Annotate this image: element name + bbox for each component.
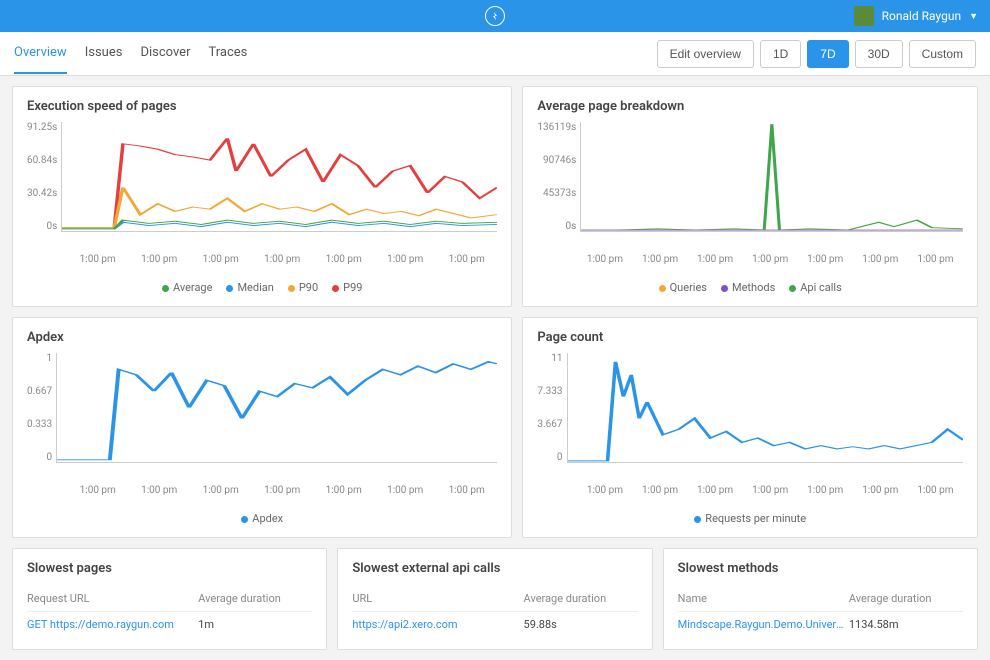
range-30d[interactable]: 30D <box>855 40 903 68</box>
table-row[interactable]: https://api2.xero.com 59.88s <box>352 612 637 637</box>
legend: Apdex <box>27 512 497 525</box>
subnav: Overview Issues Discover Traces Edit ove… <box>0 32 990 76</box>
table-head: URL Average duration <box>352 586 637 612</box>
range-1d[interactable]: 1D <box>760 40 801 68</box>
yaxis: 91.25s 60.84s 30.42s 0s <box>27 122 61 232</box>
user-menu[interactable]: Ronald Raygun ▼ <box>854 0 978 32</box>
card-exec-speed: Execution speed of pages 91.25s 60.84s 3… <box>12 86 512 307</box>
legend: Queries Methods Api calls <box>537 281 963 294</box>
toolbar: Edit overview 1D 7D 30D Custom <box>657 40 976 68</box>
card-title: Page count <box>537 330 963 345</box>
user-name: Ronald Raygun <box>882 9 961 23</box>
edit-overview-button[interactable]: Edit overview <box>657 40 754 68</box>
yaxis: 11 7.333 3.667 0 <box>537 353 566 463</box>
yaxis: 136119s 90746s 45373s 0s <box>537 122 580 232</box>
chart-plot[interactable] <box>580 122 963 232</box>
card-title: Execution speed of pages <box>27 99 497 114</box>
card-pagecount: Page count 11 7.333 3.667 0 1:00 pm1:00 … <box>522 317 978 538</box>
tab-traces[interactable]: Traces <box>208 33 247 74</box>
xaxis: 1:00 pm1:00 pm1:00 pm1:00 pm1:00 pm1:00 … <box>537 254 963 265</box>
range-custom[interactable]: Custom <box>909 40 976 68</box>
card-title: Average page breakdown <box>537 99 963 114</box>
link[interactable]: GET https://demo.raygun.com <box>27 618 198 631</box>
xaxis: 1:00 pm1:00 pm1:00 pm1:00 pm1:00 pm1:00 … <box>537 485 963 496</box>
card-slowest-methods: Slowest methods Name Average duration Mi… <box>663 548 978 650</box>
table-row[interactable]: GET https://demo.raygun.com 1m <box>27 612 312 637</box>
tab-overview[interactable]: Overview <box>14 33 67 74</box>
topbar: Ronald Raygun ▼ <box>0 0 990 32</box>
avatar <box>854 6 874 26</box>
chart-plot[interactable] <box>56 353 497 463</box>
nav-tabs: Overview Issues Discover Traces <box>14 33 247 74</box>
card-apdex: Apdex 1 0.667 0.333 0 1:00 pm1:00 pm1:00… <box>12 317 512 538</box>
card-slowest-pages: Slowest pages Request URL Average durati… <box>12 548 327 650</box>
chevron-down-icon: ▼ <box>969 11 978 22</box>
content: Execution speed of pages 91.25s 60.84s 3… <box>0 76 990 660</box>
link[interactable]: Mindscape.Raygun.Demo.Universe... <box>678 618 849 631</box>
card-title: Apdex <box>27 330 497 345</box>
tab-discover[interactable]: Discover <box>140 33 190 74</box>
table-head: Name Average duration <box>678 586 963 612</box>
card-breakdown: Average page breakdown 136119s 90746s 45… <box>522 86 978 307</box>
tab-issues[interactable]: Issues <box>85 33 123 74</box>
card-slowest-api: Slowest external api calls URL Average d… <box>337 548 652 650</box>
legend: Average Median P90 P99 <box>27 281 497 294</box>
logo-icon <box>485 6 505 26</box>
yaxis: 1 0.667 0.333 0 <box>27 353 56 463</box>
legend: Requests per minute <box>537 512 963 525</box>
xaxis: 1:00 pm1:00 pm1:00 pm1:00 pm1:00 pm1:00 … <box>27 254 497 265</box>
table-head: Request URL Average duration <box>27 586 312 612</box>
chart-plot[interactable] <box>61 122 497 232</box>
link[interactable]: https://api2.xero.com <box>352 618 523 631</box>
xaxis: 1:00 pm1:00 pm1:00 pm1:00 pm1:00 pm1:00 … <box>27 485 497 496</box>
table-row[interactable]: Mindscape.Raygun.Demo.Universe... 1134.5… <box>678 612 963 637</box>
chart-plot[interactable] <box>567 353 963 463</box>
range-7d[interactable]: 7D <box>807 40 848 68</box>
